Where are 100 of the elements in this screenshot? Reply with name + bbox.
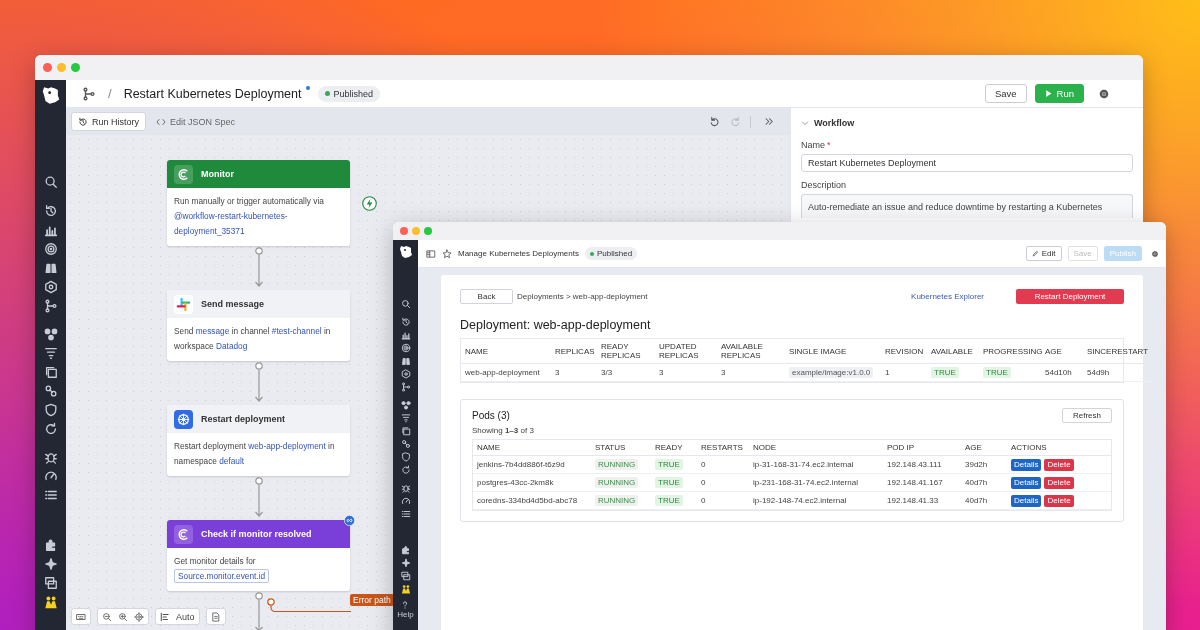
gauge-icon[interactable]: [400, 496, 411, 506]
binoculars-icon[interactable]: [400, 356, 411, 366]
table-cell: 0: [697, 456, 749, 474]
filter-icon[interactable]: [43, 346, 58, 360]
link-icon[interactable]: [43, 384, 58, 398]
filter-icon[interactable]: [400, 413, 411, 423]
list-icon[interactable]: [400, 509, 411, 519]
history-icon[interactable]: [43, 204, 58, 218]
history-icon[interactable]: [400, 317, 411, 327]
edit-button[interactable]: Edit: [1025, 246, 1062, 261]
copy-icon[interactable]: [400, 426, 411, 436]
star-icon[interactable]: [442, 248, 452, 259]
figure-icon[interactable]: [43, 595, 58, 609]
lightning-icon[interactable]: [362, 196, 377, 211]
binoculars-icon[interactable]: [43, 261, 58, 275]
table-cell: ip-192-148-74.ec2.internal: [749, 492, 883, 510]
edit-json-link[interactable]: Edit JSON Spec: [152, 116, 240, 127]
details-button[interactable]: Details: [1011, 476, 1042, 489]
undo-icon[interactable]: [709, 116, 720, 127]
keyboard-button[interactable]: [71, 608, 91, 625]
status-tag: TRUE: [655, 495, 683, 506]
logo-icon[interactable]: [397, 243, 414, 259]
delete-button[interactable]: Delete: [1044, 494, 1074, 507]
description-field[interactable]: Auto-remediate an issue and reduce downtime by restarting a Kubernetes: [801, 194, 1133, 218]
auto-layout-button[interactable]: Auto: [155, 608, 200, 625]
bar-chart-icon[interactable]: [400, 330, 411, 340]
help-label[interactable]: Help: [397, 610, 414, 619]
zoom-out-icon[interactable]: [102, 611, 112, 622]
link[interactable]: Datadog: [215, 341, 248, 351]
sparkle-icon[interactable]: [400, 558, 411, 568]
link[interactable]: #test-channel: [271, 326, 322, 336]
history-icon: [78, 116, 88, 127]
target-icon[interactable]: [43, 242, 58, 256]
notes-button[interactable]: [205, 608, 226, 625]
details-button[interactable]: Details: [1011, 458, 1042, 471]
required-mark: *: [827, 140, 831, 150]
table-cell: coredns-334bd4d5bd-abc78: [473, 492, 591, 510]
link[interactable]: web-app-deployment: [248, 441, 326, 451]
branch-icon[interactable]: [400, 382, 411, 392]
hexagon-icon[interactable]: [43, 280, 58, 294]
page-heading: Deployment: web-app-deployment: [460, 318, 652, 332]
explorer-link[interactable]: Kubernetes Explorer: [911, 292, 984, 301]
table-cell: web-app-deployment: [461, 364, 551, 382]
copy-icon[interactable]: [43, 365, 58, 379]
crosshair-icon[interactable]: [134, 611, 144, 622]
target-icon[interactable]: [400, 343, 411, 353]
save-button[interactable]: Save: [984, 84, 1027, 103]
link[interactable]: deployment_35371: [174, 226, 245, 236]
delete-button[interactable]: Delete: [1044, 476, 1074, 489]
refresh-button[interactable]: Refresh: [1062, 408, 1112, 423]
document-icon: [210, 611, 221, 622]
nodes-icon[interactable]: [400, 400, 411, 410]
workflow-node[interactable]: Check if monitor resolved Get monitor details for Source.monitor.event.id: [167, 520, 350, 591]
search-icon[interactable]: [43, 175, 58, 189]
delete-button[interactable]: Delete: [1044, 458, 1074, 471]
puzzle-icon[interactable]: [400, 545, 411, 555]
link[interactable]: default: [219, 456, 245, 466]
bug-icon[interactable]: [43, 450, 58, 464]
puzzle-icon[interactable]: [43, 538, 58, 552]
refresh-icon[interactable]: [43, 422, 58, 436]
link[interactable]: message: [195, 326, 230, 336]
figure-icon[interactable]: [400, 584, 411, 594]
workflow-node[interactable]: Restart deployment Restart deployment web-app-deployment in namespace default: [167, 405, 350, 476]
table-cell: 54d9h: [1083, 364, 1153, 382]
link[interactable]: @workflow-restart-kubernetes-: [174, 211, 288, 221]
section-toggle[interactable]: Workflow: [801, 118, 1133, 128]
gauge-icon[interactable]: [43, 469, 58, 483]
windows-icon[interactable]: [43, 576, 58, 590]
table-cell: 3/3: [597, 364, 655, 382]
double-chevron-icon[interactable]: [764, 116, 775, 127]
branch-icon[interactable]: [43, 299, 58, 313]
shield-icon[interactable]: [400, 452, 411, 462]
restart-button[interactable]: Restart Deployment: [1016, 289, 1124, 304]
nodes-icon[interactable]: [43, 327, 58, 341]
search-icon[interactable]: [400, 299, 411, 309]
column-header: SINGLE IMAGE: [785, 339, 881, 364]
node-title: Restart deployment: [201, 414, 286, 424]
workflow-node[interactable]: Send message Send message in channel #test-channel in workspace Datadog: [167, 290, 350, 361]
bug-icon[interactable]: [400, 483, 411, 493]
refresh-icon[interactable]: [400, 465, 411, 475]
column-header: REVISION: [881, 339, 927, 364]
details-button[interactable]: Details: [1011, 494, 1042, 507]
sparkle-icon[interactable]: [43, 557, 58, 571]
status-tag: TRUE: [983, 367, 1011, 378]
hexagon-icon[interactable]: [400, 369, 411, 379]
layout-icon[interactable]: [426, 248, 436, 259]
breadcrumb: Deployments > web-app-deployment: [517, 292, 648, 301]
windows-icon[interactable]: [400, 571, 411, 581]
back-button[interactable]: Back: [460, 289, 513, 304]
name-field[interactable]: Restart Kubernetes Deployment: [801, 154, 1133, 172]
run-history-button[interactable]: Run History: [71, 112, 146, 131]
radar-icon: [174, 164, 193, 184]
workflow-node[interactable]: Monitor Run manually or trigger automatically via @workflow-restart-kubernetes- deployment_35371: [167, 160, 350, 246]
column-header: SINCERESTART: [1083, 339, 1153, 364]
list-icon[interactable]: [43, 488, 58, 502]
shield-icon[interactable]: [43, 403, 58, 417]
link-icon[interactable]: [400, 439, 411, 449]
wheel-icon: [174, 409, 193, 429]
table-cell: 0: [697, 474, 749, 492]
zoom-in-icon[interactable]: [118, 611, 128, 622]
